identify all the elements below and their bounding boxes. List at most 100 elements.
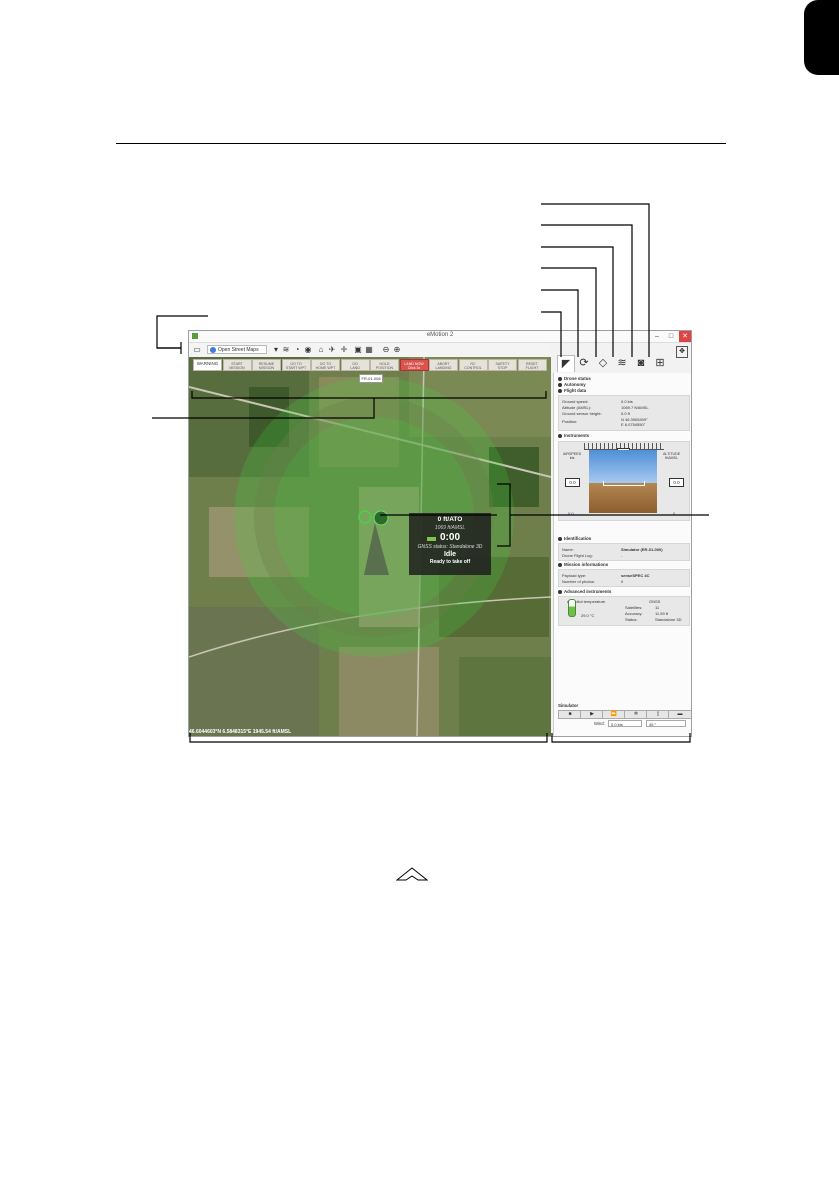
mi-key: Payload type: [562, 573, 587, 578]
command-bar: WARNING START MISSION RESUME MISSION GO TO … [193, 359, 547, 372]
drone-glyph-icon [396, 867, 428, 881]
gnss-key: Status: [625, 617, 638, 622]
command-button[interactable]: HOLD POSITION [370, 359, 399, 371]
map-toolbar: ▭ Open Street Maps ▾ ≋ ◔ ◉ ⌂ ✈ ✛ ▣ ▦ ⊖ ⊕ [189, 343, 551, 357]
drone-state: Idle [443, 551, 457, 558]
section-advanced[interactable]: Advanced instruments [558, 589, 611, 594]
altitude-label: ALTITUDE ft/AMSL [663, 452, 681, 460]
sim-fast-forward-button[interactable]: ⏩ [602, 710, 626, 719]
layers-tab-icon[interactable]: ≋ [614, 355, 630, 371]
sim-battery-button[interactable]: ▯ [646, 710, 670, 719]
id-value: - [621, 553, 623, 558]
section-flight-data[interactable]: Flight data [558, 388, 586, 393]
expand-icon[interactable]: ✥ [676, 346, 688, 358]
map-source-label: Open Street Maps [218, 347, 259, 353]
camera-tab-icon[interactable]: ◙ [633, 355, 649, 371]
id-value: Simulator (ER-01-000) [621, 547, 663, 552]
draw-area-icon[interactable]: ▦ [364, 345, 374, 355]
close-button[interactable]: ✕ [679, 331, 691, 342]
gnss-value: 11.59 ft [655, 611, 669, 616]
id-key: Name: [562, 547, 574, 552]
flight-status-overlay: 0 ft/ATO 1069 ft/AMSL 0:00 GNSS status: … [409, 513, 491, 575]
wind-speed-field[interactable]: 0.0 kts [608, 720, 642, 727]
sim-settings-button[interactable]: ✲ [624, 710, 648, 719]
settings-tab-icon[interactable]: ⊞ [652, 355, 668, 371]
command-button[interactable]: RESUME MISSION [252, 359, 281, 371]
satellite-map[interactable] [189, 357, 551, 736]
zoom-out-icon[interactable]: ⊖ [381, 345, 391, 355]
drone-panel: Drone status Autonomy Flight data Ground… [553, 373, 691, 736]
home-icon[interactable]: ⌂ [316, 345, 326, 355]
gnss-value: Standalone 3D [655, 617, 682, 622]
section-identification[interactable]: Identification [558, 536, 591, 541]
mi-value: 0 [621, 579, 624, 584]
sim-charge-button[interactable]: ▬ [668, 710, 691, 719]
layers-icon[interactable]: ≋ [281, 345, 291, 355]
mission-box: Payload type: senseSPEC 4C Number of pho… [558, 569, 690, 587]
command-button[interactable]: RESET FLIGHT [517, 359, 547, 371]
weather-icon[interactable]: ◉ [303, 345, 313, 355]
airspeed-readout: 0.0 [565, 478, 580, 487]
command-button[interactable]: GO TO HOME WPT [311, 359, 340, 371]
map-view[interactable]: WARNING START MISSION RESUME MISSION GO TO … [189, 357, 551, 736]
wind-direction-field[interactable]: 45 ° [646, 720, 686, 727]
altitude-amsl: 1069 ft/AMSL [434, 525, 466, 531]
command-button[interactable]: START MISSION [222, 359, 252, 371]
header-rule [116, 143, 726, 144]
page-thumb-tab [804, 0, 839, 75]
wind-label: Wind: [594, 721, 605, 726]
fd-value: 1069.7 ft/AMSL [621, 405, 649, 410]
gnss-label: GNSS [649, 599, 661, 604]
ready-message: Ready to take off [429, 559, 471, 565]
advanced-box: Autopilot temperature GNSS 29.0 °C Satel… [558, 596, 690, 626]
panel-tabs: ✥ ◤ ⟳ ◇ ≋ ◙ ⊞ [553, 343, 691, 373]
chevron-down-icon[interactable]: ▾ [271, 345, 281, 355]
window-title: eMotion 2 [426, 332, 454, 338]
command-button[interactable]: SAFETY STOP [488, 359, 517, 371]
fd-key: Altitude (AMSL): [562, 405, 592, 410]
fd-key: Ground sensor height: [562, 411, 602, 416]
airspeed-bottom: 0.0 [568, 511, 574, 516]
mission-tab-icon[interactable]: ◇ [595, 355, 611, 371]
section-instruments[interactable]: Instruments [558, 433, 589, 438]
command-button[interactable]: RC CONTROL [458, 359, 488, 371]
id-key: Drone Flight Log: [562, 553, 593, 558]
mi-key: Number of photos: [562, 579, 595, 584]
drone-tab-icon[interactable]: ◤ [557, 355, 575, 372]
waypoint-icon[interactable]: ✛ [339, 345, 349, 355]
minimize-button[interactable]: – [651, 331, 663, 342]
command-button[interactable]: WARNING [193, 359, 222, 371]
globe-icon [210, 347, 216, 353]
identification-box: Name: Simulator (ER-01-000) Drone Flight… [558, 543, 690, 561]
flight-timer: 0:00 [439, 532, 460, 543]
sim-stop-button[interactable]: ■ [558, 710, 582, 719]
mi-value: senseSPEC 4C [621, 573, 650, 578]
emotion-window: eMotion 2 – □ ✕ ▭ Open Street Maps ▾ ≋ ◔… [188, 330, 692, 737]
command-button[interactable]: GO LAND [340, 359, 370, 371]
command-button[interactable]: LAND NOW Click 3x [399, 359, 429, 371]
battery-icon [427, 537, 436, 541]
maximize-button[interactable]: □ [665, 331, 677, 342]
draw-polygon-icon[interactable]: ▣ [353, 345, 363, 355]
flight-data-box: Ground speed: 0.0 kts Altitude (AMSL): 1… [558, 395, 690, 431]
gnss-value: 11 [655, 605, 660, 610]
zoom-in-icon[interactable]: ⊕ [392, 345, 402, 355]
altitude-bottom: 0 [673, 511, 676, 516]
gps-badge: FR-01-008 [359, 374, 383, 383]
temp-value: 29.0 °C [581, 613, 595, 618]
sim-play-button[interactable]: ▶ [580, 710, 604, 719]
aircraft-symbol [603, 481, 645, 486]
section-autonomy[interactable]: Autonomy [558, 382, 586, 387]
sky [589, 450, 657, 483]
map-source-select[interactable]: Open Street Maps [207, 345, 267, 354]
thermometer-icon [568, 599, 576, 617]
section-drone-status[interactable]: Drone status [558, 376, 591, 381]
command-button[interactable]: ABORT LANDING [429, 359, 458, 371]
altitude-ato: 0 ft/ATO [437, 516, 463, 523]
command-button[interactable]: GO TO START WPT [281, 359, 311, 371]
drone-icon[interactable]: ✈ [327, 345, 337, 355]
elevation-icon[interactable]: ◔ [292, 345, 302, 355]
section-mission[interactable]: Mission informations [558, 562, 608, 567]
sync-tab-icon[interactable]: ⟳ [576, 355, 592, 371]
flight-plan-icon[interactable]: ▭ [192, 345, 202, 355]
